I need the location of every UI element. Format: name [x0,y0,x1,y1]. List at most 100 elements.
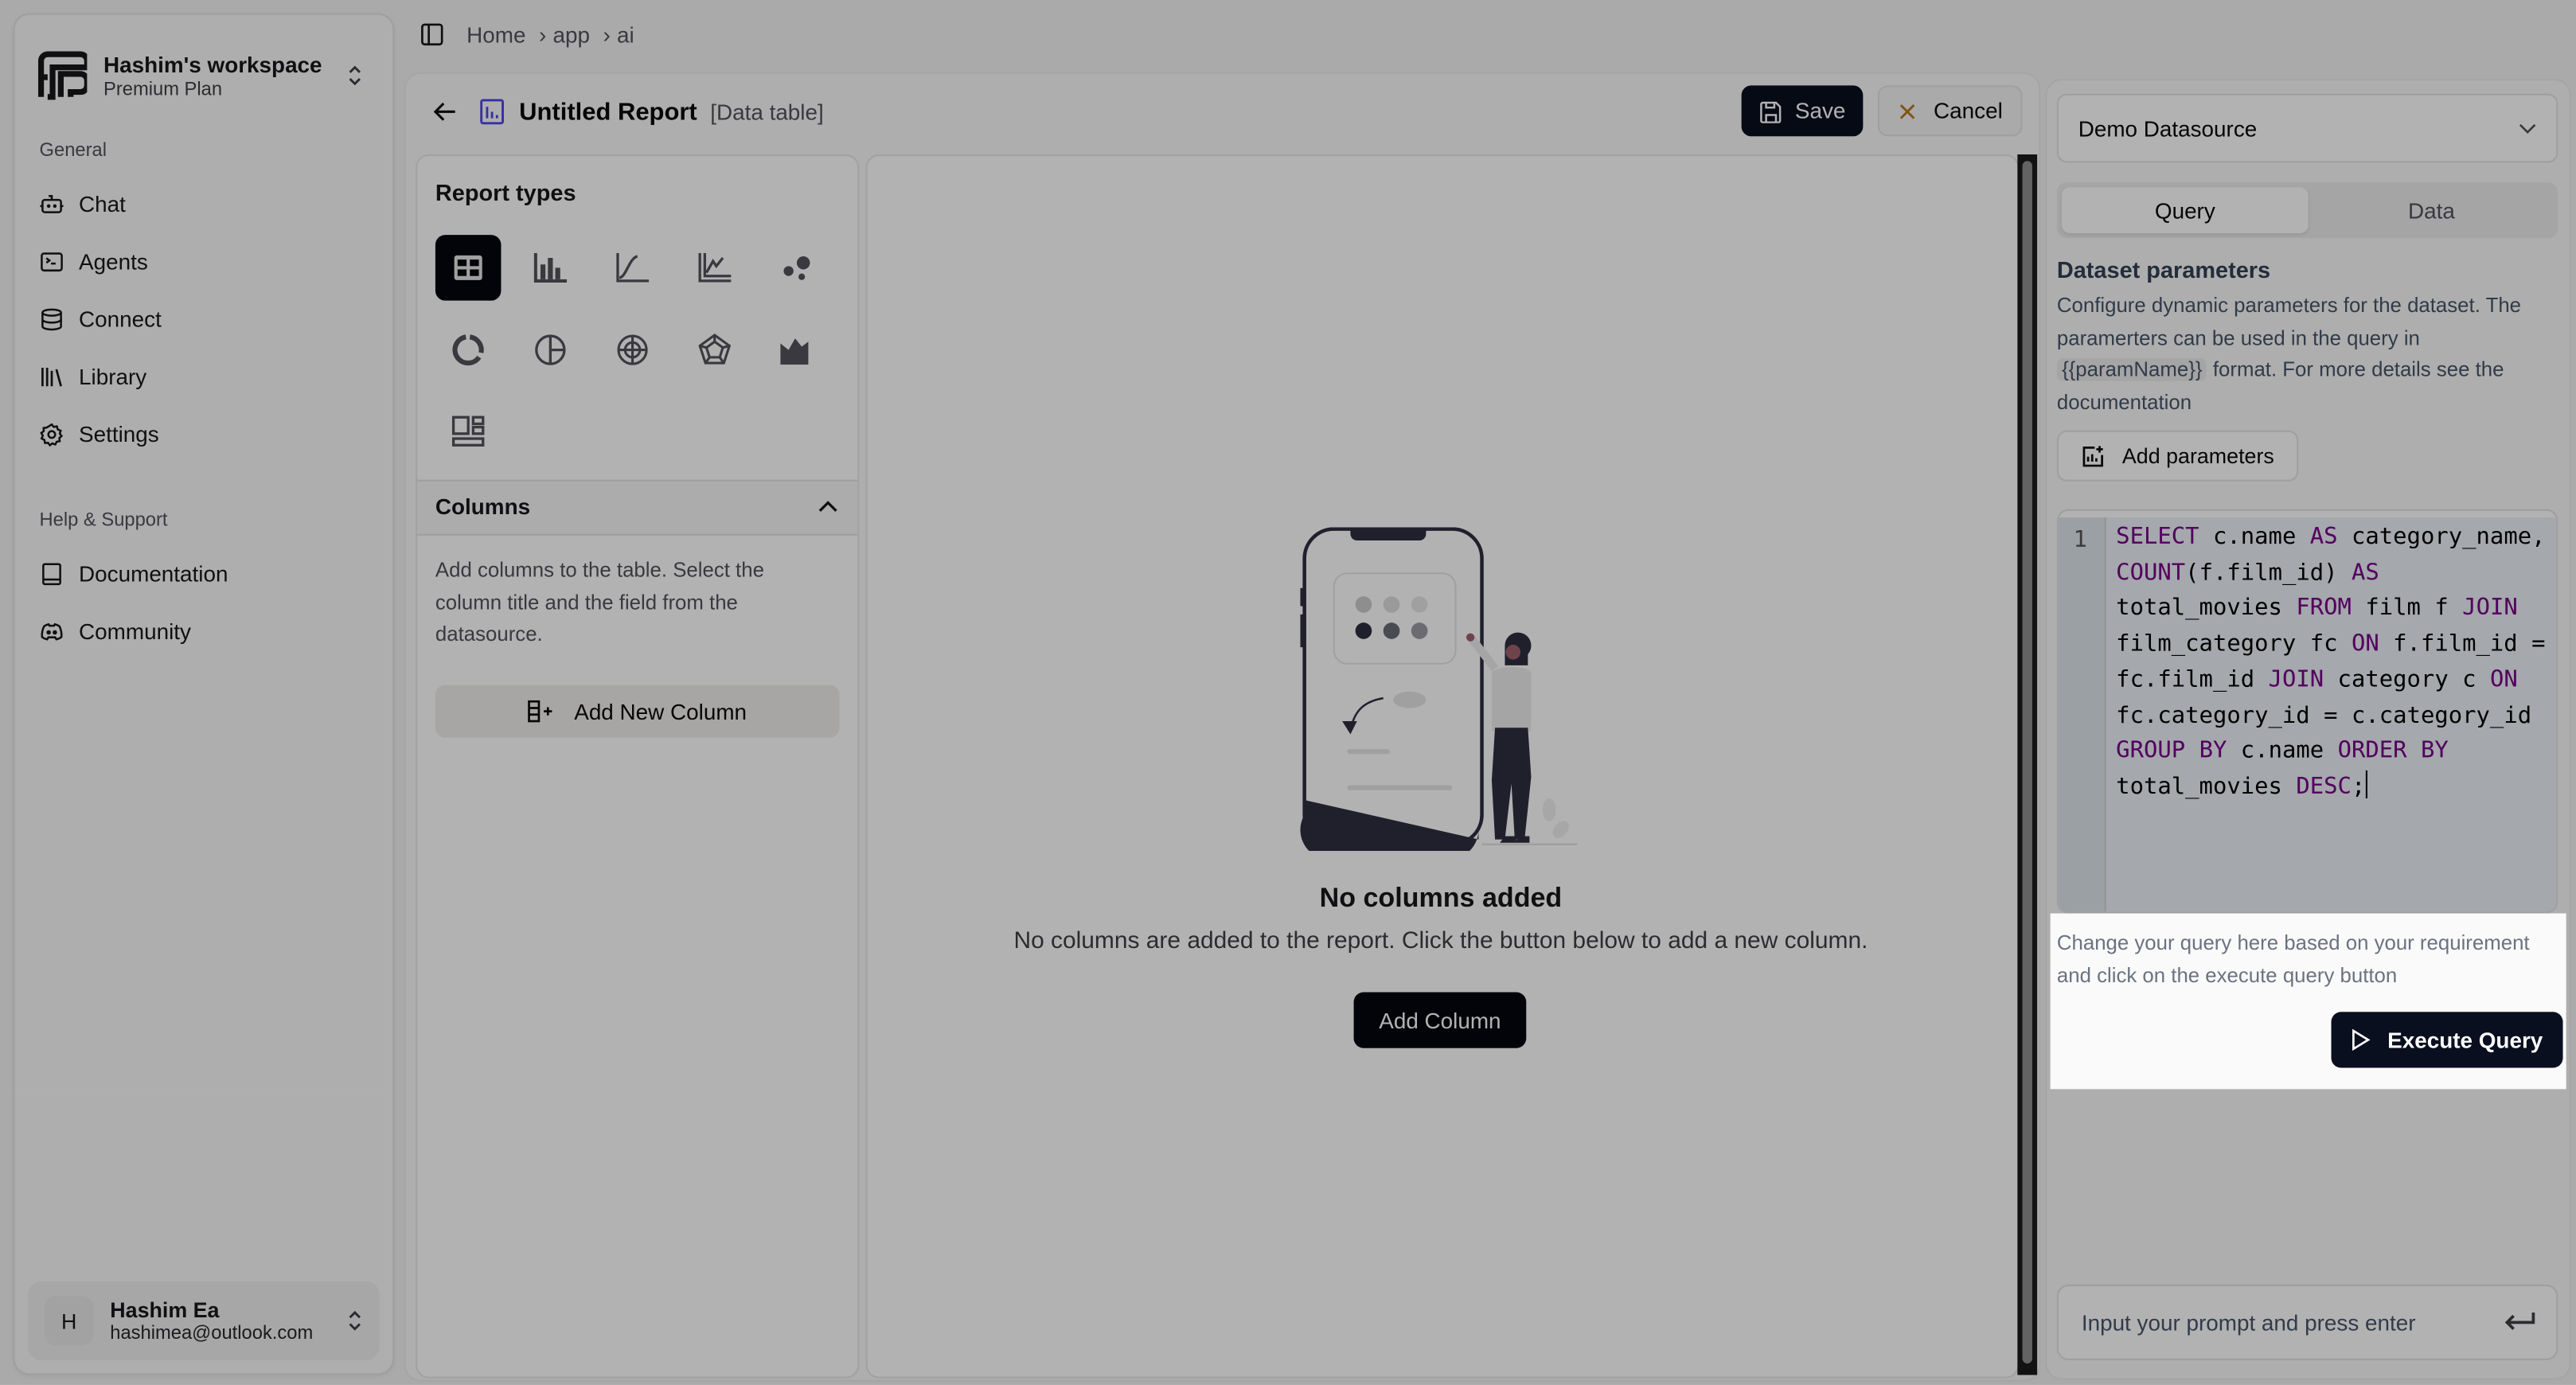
report-types-title: Report types [435,178,576,205]
cancel-button[interactable]: Cancel [1877,85,2023,137]
nav-group-help-support: Help & Support [39,510,168,531]
workspace-name: Hashim's workspace [103,52,322,76]
query-panel: Demo Datasource Query Data Dataset param… [2045,79,2571,1380]
columns-description: Add columns to the table. Select the col… [435,558,764,646]
database-icon [40,306,64,331]
back-arrow-icon[interactable] [432,99,459,125]
save-label: Save [1794,98,1846,123]
empty-state-description: No columns are added to the report. Clic… [1013,928,1868,955]
dataset-parameters-title: Dataset parameters [2056,256,2271,283]
save-button[interactable]: Save [1741,85,1864,137]
tab-query[interactable]: Query [2062,187,2309,234]
add-new-column-button[interactable]: Add New Column [435,685,840,738]
sidebar-item-chat[interactable]: Chat [40,181,369,227]
prompt-input-box[interactable] [2056,1284,2558,1360]
description-text: Configure dynamic parameters for the dat… [2056,294,2522,349]
prompt-input[interactable] [2078,1308,2480,1336]
report-type-radar[interactable] [681,317,747,383]
report-type-polar[interactable] [599,317,665,383]
datasource-select[interactable]: Demo Datasource [2056,93,2558,163]
empty-state-illustration [1298,527,1580,852]
workspace-logo-icon [37,51,88,100]
radar-chart-icon [698,334,732,366]
add-parameters-button[interactable]: Add parameters [2056,430,2299,482]
sql-keyword: SELECT [2116,524,2199,551]
sql-query-text[interactable]: SELECT c.name AS category_name, COUNT(f.… [2116,521,2547,806]
report-type-card[interactable] [435,400,502,466]
bot-icon [40,191,64,216]
sidebar-item-connect[interactable]: Connect [40,295,369,341]
enter-icon[interactable] [2504,1311,2536,1334]
sql-keyword: DESC [2296,773,2352,800]
add-column-icon [528,700,554,723]
sidebar-item-label: Documentation [79,560,228,586]
datasource-value: Demo Datasource [2078,115,2258,141]
breadcrumb: Home › app › ai [420,17,634,53]
columns-section-header[interactable]: Columns [417,479,858,536]
add-parameters-label: Add parameters [2121,443,2274,469]
report-type-line[interactable] [599,235,665,301]
area-chart-icon [780,335,813,365]
chevron-up-icon[interactable] [818,499,838,513]
text-caret [2365,770,2367,798]
terminal-icon [40,249,64,274]
chevron-right-icon: › [603,21,611,47]
breadcrumb-ai[interactable]: ai [617,22,634,47]
sidebar-item-library[interactable]: Library [40,353,369,400]
book-icon [40,561,64,586]
sidebar-item-community[interactable]: Community [40,608,369,654]
line-number: 1 [2073,527,2087,554]
breadcrumb-app[interactable]: app [553,22,591,47]
report-type-multi-line[interactable] [681,235,747,301]
sql-editor[interactable]: 1 SELECT c.name AS category_name, COUNT(… [2056,509,2558,914]
sidebar-item-settings[interactable]: Settings [40,411,369,457]
sidebar-toggle-icon[interactable] [420,23,443,46]
polar-chart-icon [616,334,649,366]
breadcrumb-home[interactable]: Home [466,22,525,47]
columns-title: Columns [435,494,531,520]
scrollbar-thumb[interactable] [2022,161,2032,1364]
canvas-scrollbar[interactable] [2017,154,2038,1375]
tab-data[interactable]: Data [2309,187,2555,233]
chevron-up-down-icon [346,1308,363,1334]
pie-chart-icon [534,334,567,366]
user-menu[interactable]: H Hashim Ea hashimea@outlook.com [28,1281,380,1360]
sidebar-item-documentation[interactable]: Documentation [40,550,369,596]
empty-state-title: No columns added [1319,884,1563,914]
sidebar-item-label: Connect [79,306,162,331]
library-icon [40,364,64,388]
sql-keyword: ORDER [2337,738,2407,765]
bar-chart-icon [533,252,568,283]
sql-keyword: GROUP [2116,738,2186,765]
report-type-doughnut[interactable] [435,317,502,383]
query-data-tabs: Query Data [2056,182,2558,239]
multi-line-chart-icon [698,252,732,283]
report-type-label: [Data table] [710,99,824,124]
line-chart-icon [616,252,650,283]
sql-keyword: AS [2309,524,2338,551]
discord-icon [40,618,64,643]
report-type-bubble[interactable] [764,235,830,301]
report-title[interactable]: Untitled Report [519,98,697,126]
execute-query-button[interactable]: Execute Query [2331,1012,2563,1068]
add-new-column-label: Add New Column [574,699,747,724]
save-icon [1759,99,1782,123]
sidebar: Hashim's workspace Premium Plan General … [13,13,395,1375]
param-format-code: {{paramName}} [2056,357,2207,381]
sidebar-item-label: Settings [79,421,159,447]
sidebar-item-agents[interactable]: Agents [40,238,369,284]
workspace-switcher[interactable]: Hashim's workspace Premium Plan [37,37,376,113]
sql-keyword: ON [2351,630,2379,657]
report-type-area[interactable] [764,317,830,383]
workspace-plan: Premium Plan [103,80,223,99]
chart-add-icon [2081,444,2104,467]
sql-keyword: FROM [2296,595,2352,622]
report-canvas: No columns added No columns are added to… [865,154,2020,1379]
sql-keyword: COUNT [2116,560,2186,587]
report-type-pie[interactable] [517,317,584,383]
add-column-button[interactable]: Add Column [1353,992,1527,1048]
sql-keyword: JOIN [2462,595,2518,622]
cancel-label: Cancel [1934,98,2003,123]
report-type-table[interactable] [435,235,502,301]
report-type-bar[interactable] [517,235,584,301]
